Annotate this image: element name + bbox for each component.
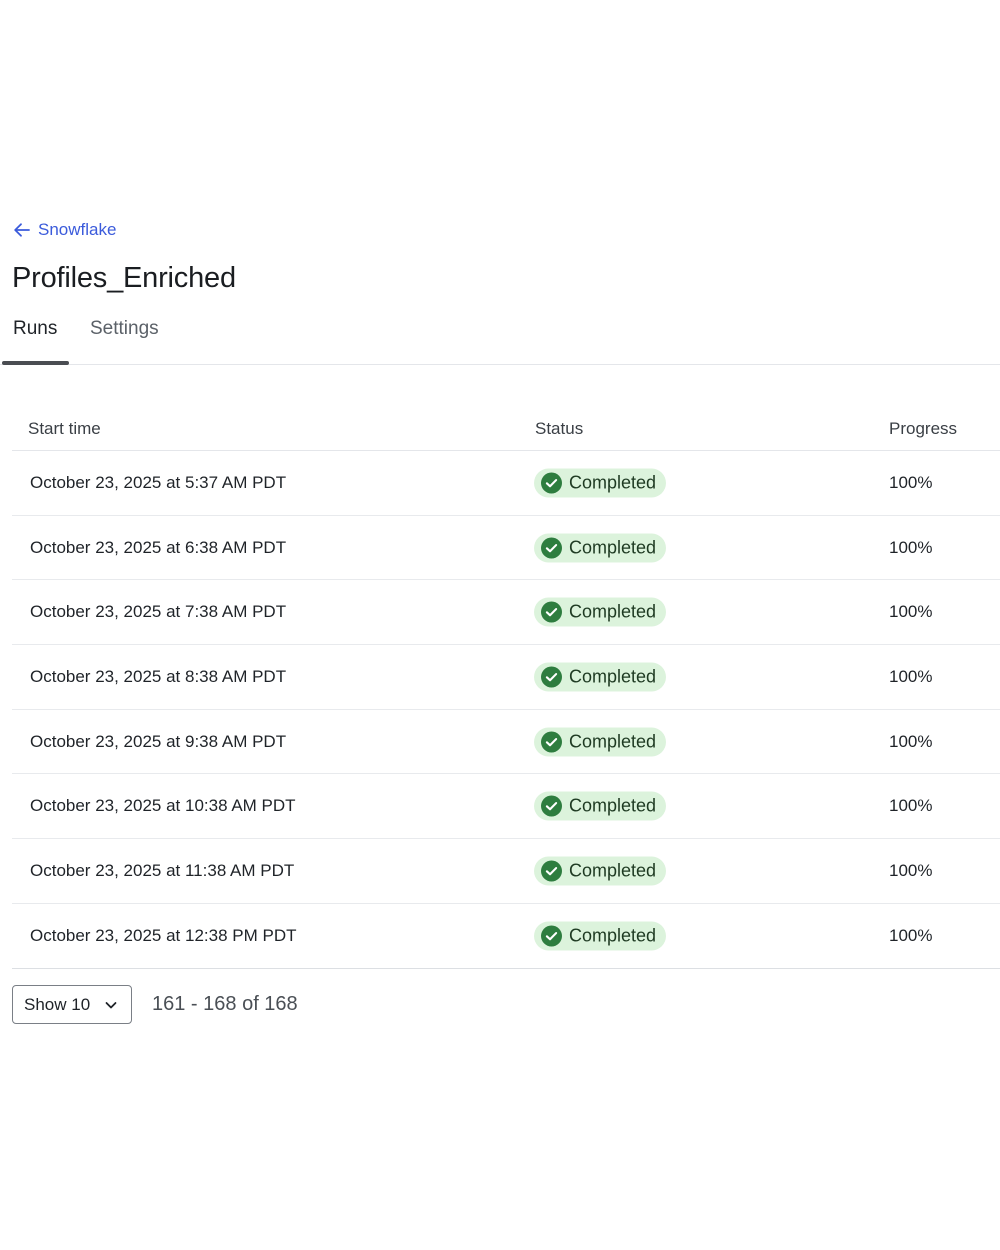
page-size-label: Show 10 <box>24 994 91 1014</box>
column-header-start-time: Start time <box>28 419 101 438</box>
status-label: Completed <box>569 795 657 816</box>
start-time-cell: October 23, 2025 at 8:38 AM PDT <box>30 666 287 686</box>
status-label: Completed <box>569 601 657 622</box>
progress-cell: 100% <box>889 731 933 751</box>
start-time-cell: October 23, 2025 at 11:38 AM PDT <box>30 860 295 880</box>
check-circle-icon <box>541 795 562 817</box>
table-row[interactable]: October 23, 2025 at 9:38 AM PDT Completed… <box>12 710 1000 775</box>
check-circle-icon <box>541 601 562 623</box>
page-size-select[interactable]: Show 10 <box>12 985 132 1024</box>
progress-cell: 100% <box>889 537 933 557</box>
status-badge: Completed <box>534 468 667 498</box>
tab-runs[interactable]: Runs <box>13 318 57 340</box>
progress-cell: 100% <box>889 602 933 622</box>
status-badge: Completed <box>534 856 667 886</box>
status-label: Completed <box>569 666 657 687</box>
status-badge: Completed <box>534 791 667 821</box>
back-link-label: Snowflake <box>38 220 117 239</box>
table-row[interactable]: October 23, 2025 at 12:38 PM PDT Complete… <box>12 904 1000 969</box>
page-title: Profiles_Enriched <box>12 262 236 294</box>
progress-cell: 100% <box>889 796 933 816</box>
table-row[interactable]: October 23, 2025 at 10:38 AM PDT Complete… <box>12 774 1000 840</box>
status-badge: Completed <box>534 921 667 951</box>
check-circle-icon <box>541 537 562 559</box>
check-circle-icon <box>541 472 562 494</box>
status-badge: Completed <box>534 597 667 627</box>
back-link[interactable]: Snowflake <box>12 220 116 240</box>
runs-table: Start time Status Progress October 23, 2… <box>12 405 1000 969</box>
start-time-cell: October 23, 2025 at 10:38 AM PDT <box>30 796 296 816</box>
table-body: October 23, 2025 at 5:37 AM PDT Completed… <box>12 451 1000 969</box>
check-circle-icon <box>541 860 562 882</box>
status-label: Completed <box>569 472 657 493</box>
column-header-progress: Progress <box>889 419 958 438</box>
table-row[interactable]: October 23, 2025 at 5:37 AM PDT Completed… <box>12 451 1000 516</box>
column-header-status: Status <box>535 419 584 438</box>
start-time-cell: October 23, 2025 at 12:38 PM PDT <box>30 925 297 945</box>
status-label: Completed <box>569 731 657 752</box>
progress-cell: 100% <box>889 925 933 945</box>
status-label: Completed <box>569 925 657 946</box>
arrow-left-icon <box>14 223 30 237</box>
table-row[interactable]: October 23, 2025 at 6:38 AM PDT Completed… <box>12 516 1000 581</box>
start-time-cell: October 23, 2025 at 9:38 AM PDT <box>30 731 287 751</box>
table-row[interactable]: October 23, 2025 at 8:38 AM PDT Completed… <box>12 645 1000 710</box>
status-label: Completed <box>569 860 657 881</box>
start-time-cell: October 23, 2025 at 7:38 AM PDT <box>30 602 287 622</box>
start-time-cell: October 23, 2025 at 6:38 AM PDT <box>30 537 287 557</box>
status-badge: Completed <box>534 727 667 757</box>
pagination-range: 161 - 168 of 168 <box>152 993 298 1015</box>
chevron-down-icon <box>105 1001 117 1008</box>
check-circle-icon <box>541 925 562 947</box>
table-row[interactable]: October 23, 2025 at 11:38 AM PDT Complete… <box>12 839 1000 904</box>
tab-settings[interactable]: Settings <box>90 318 159 340</box>
status-badge: Completed <box>534 662 667 692</box>
status-badge: Completed <box>534 533 667 563</box>
tab-bar: Runs Settings <box>0 312 1000 365</box>
progress-cell: 100% <box>889 666 933 686</box>
pagination: Show 10 161 - 168 of 168 <box>12 985 298 1024</box>
status-label: Completed <box>569 537 657 558</box>
active-tab-indicator <box>2 361 69 365</box>
check-circle-icon <box>541 666 562 688</box>
check-circle-icon <box>541 731 562 753</box>
progress-cell: 100% <box>889 860 933 880</box>
table-row[interactable]: October 23, 2025 at 7:38 AM PDT Completed… <box>12 580 1000 646</box>
page: Snowflake Profiles_Enriched Runs Setting… <box>0 0 1000 1250</box>
start-time-cell: October 23, 2025 at 5:37 AM PDT <box>30 472 287 492</box>
progress-cell: 100% <box>889 472 933 492</box>
table-header: Start time Status Progress <box>12 405 1000 451</box>
